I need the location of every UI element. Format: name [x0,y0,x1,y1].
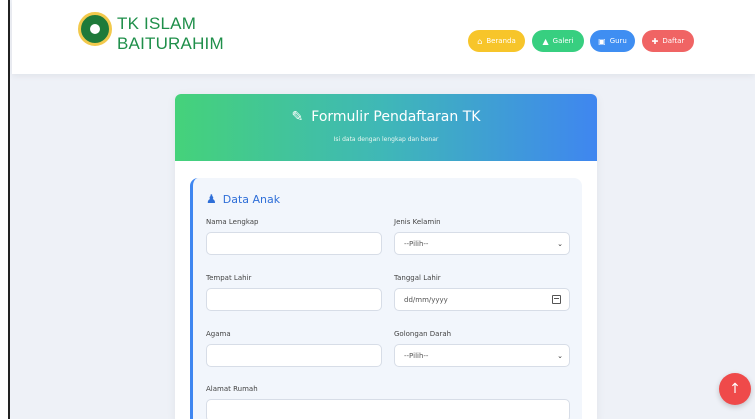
alamat-rumah-input[interactable] [206,399,570,419]
brand-line-2: BAITURAHIM [117,34,224,53]
brand-name[interactable]: TK ISLAM BAITURAHIM [117,14,224,54]
arrow-up-icon: ↑ [729,381,741,397]
form-subtitle: Isi data dengan lengkap dan benar [333,136,439,143]
section-title-text: Data Anak [222,192,281,206]
pencil-icon: ✎ [291,109,304,125]
form-header: ✎ Formulir Pendaftaran TK Isi data dengan… [175,94,597,161]
agama-input[interactable] [206,344,382,367]
calendar-icon[interactable] [552,295,561,304]
child-icon: ♟ [206,192,217,206]
nav-beranda-button[interactable]: ⌂ Beranda [468,30,525,52]
nav-galeri-label: Galeri [552,37,574,45]
chevron-down-icon: ⌄ [557,352,563,360]
data-anak-section: ♟ Data Anak Nama Lengkap Jenis Kelamin -… [190,178,582,419]
graduation-cap-icon: ▲ [542,36,549,46]
nama-lengkap-label: Nama Lengkap [206,218,259,226]
window-edge [0,0,10,419]
nav-galeri-button[interactable]: ▲ Galeri [532,30,584,52]
golongan-darah-value: --Pilih-- [404,351,429,360]
brand-line-1: TK ISLAM [117,14,197,33]
section-title: ♟ Data Anak [206,192,280,206]
golongan-darah-select[interactable]: --Pilih-- ⌄ [394,344,570,367]
chevron-down-icon: ⌄ [557,240,563,248]
agama-label: Agama [206,330,231,338]
user-plus-icon: ✚ [651,36,659,46]
tanggal-lahir-placeholder: dd/mm/yyyy [404,295,448,304]
jenis-kelamin-select[interactable]: --Pilih-- ⌄ [394,232,570,255]
jenis-kelamin-label: Jenis Kelamin [394,218,441,226]
navbar: TK ISLAM BAITURAHIM ⌂ Beranda ▲ Galeri ▣… [12,0,755,74]
nav-guru-label: Guru [609,37,627,45]
nama-lengkap-input[interactable] [206,232,382,255]
registration-form-card: ✎ Formulir Pendaftaran TK Isi data dengan… [175,94,597,419]
nav-daftar-label: Daftar [662,37,685,45]
home-icon: ⌂ [477,36,483,46]
tempat-lahir-label: Tempat Lahir [206,274,252,282]
tempat-lahir-input[interactable] [206,288,382,311]
id-card-icon: ▣ [598,36,606,46]
alamat-rumah-label: Alamat Rumah [206,385,258,393]
nav-guru-button[interactable]: ▣ Guru [590,30,635,52]
tanggal-lahir-label: Tanggal Lahir [394,274,441,282]
form-title-text: Formulir Pendaftaran TK [311,109,481,125]
nav-beranda-label: Beranda [486,37,516,45]
form-title: ✎ Formulir Pendaftaran TK [175,109,597,125]
nav-daftar-button[interactable]: ✚ Daftar [642,30,694,52]
jenis-kelamin-value: --Pilih-- [404,239,429,248]
golongan-darah-label: Golongan Darah [394,330,452,338]
school-logo[interactable] [78,12,112,46]
scroll-to-top-button[interactable]: ↑ [719,373,751,405]
tanggal-lahir-input[interactable]: dd/mm/yyyy [394,288,570,311]
